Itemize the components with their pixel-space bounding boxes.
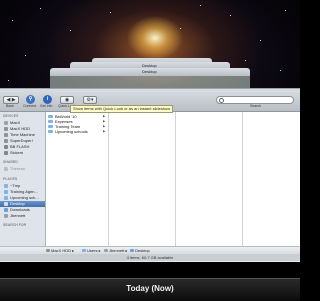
- search-icon: [219, 98, 224, 103]
- getinfo-label: Get Info: [40, 104, 53, 108]
- column-3[interactable]: [176, 112, 243, 252]
- back-forward-buttons[interactable]: ◀ ▶: [3, 96, 19, 104]
- folder-icon: [48, 120, 53, 123]
- search-label: Search: [250, 104, 262, 108]
- sidebar-item-theresa[interactable]: Theresa: [0, 166, 45, 172]
- quicklook-button[interactable]: ◉: [60, 96, 74, 104]
- star: [40, 8, 41, 9]
- computer-icon: [4, 121, 8, 125]
- sidebar-item-jbennett[interactable]: Jbennett: [0, 213, 45, 219]
- star: [260, 40, 261, 41]
- star: [70, 30, 71, 31]
- star: [25, 55, 26, 56]
- home-icon: [4, 214, 8, 218]
- connect-icon[interactable]: ⚲: [26, 95, 35, 104]
- column-2[interactable]: [109, 112, 176, 252]
- star: [245, 60, 246, 61]
- status-bar: 4 items, 60.7 GB available: [0, 254, 300, 261]
- folder-icon: [4, 184, 8, 188]
- time-machine-bar: Today (Now): [0, 278, 300, 301]
- back-label: Back: [6, 104, 14, 108]
- column-1[interactable]: BbWorld '10 ▶ Expenses ▶ Training Team ▶…: [46, 112, 109, 252]
- quicklook-tooltip: Show items with Quick Look or as an inst…: [70, 105, 174, 113]
- harddrive-icon: [4, 127, 8, 131]
- history-window-near-title: Desktop: [142, 69, 157, 74]
- star: [180, 28, 181, 29]
- sidebar: DEVICES MacX MacX HDD Time Machine Super…: [0, 112, 46, 252]
- folder-icon: [82, 249, 86, 253]
- history-window-near[interactable]: Desktop: [50, 68, 250, 96]
- network-computer-icon: [4, 167, 8, 171]
- star: [230, 15, 231, 16]
- action-button[interactable]: ⚙▾: [83, 96, 97, 104]
- path-item-jbennett[interactable]: Jbennett ▸: [104, 247, 127, 254]
- list-item[interactable]: Upcoming schools ▶: [46, 129, 108, 134]
- shared-header: SHARED: [3, 160, 18, 164]
- home-icon: [104, 249, 108, 253]
- desktop-icon: [4, 202, 8, 206]
- finder-window: ◀ ▶ Back ⚲ Connect i Get Info ◉ Quick Lo…: [0, 88, 300, 262]
- timeline-date-label: Today (Now): [126, 284, 174, 293]
- connect-label: Connect: [23, 104, 37, 108]
- devices-header: DEVICES: [3, 114, 19, 118]
- disclosure-arrow-icon: ▶: [103, 129, 106, 133]
- downloads-icon: [4, 208, 8, 212]
- folder-icon: [4, 190, 8, 194]
- harddrive-icon: [4, 133, 8, 137]
- star: [200, 5, 201, 6]
- usb-drive-icon: [4, 145, 8, 149]
- folder-icon: [48, 130, 53, 133]
- info-icon[interactable]: i: [43, 95, 52, 104]
- search-for-header: SEARCH FOR: [3, 223, 27, 227]
- star: [12, 20, 13, 21]
- folder-icon: [48, 115, 53, 118]
- finder-toolbar: ◀ ▶ Back ⚲ Connect i Get Info ◉ Quick Lo…: [0, 89, 300, 113]
- places-header: PLACES: [3, 177, 18, 181]
- path-bar: MacX HDD ▸ Users ▸ Jbennett ▸ Desktop: [0, 246, 300, 254]
- star: [285, 10, 286, 11]
- star: [280, 70, 281, 71]
- sidebar-item-sickem[interactable]: Sickem: [0, 150, 45, 156]
- star: [110, 12, 111, 13]
- star: [8, 80, 9, 81]
- path-item-desktop[interactable]: Desktop: [130, 247, 150, 254]
- folder-icon: [48, 125, 53, 128]
- path-item-users[interactable]: Users ▸: [82, 247, 101, 254]
- folder-icon: [4, 196, 8, 200]
- path-item-macx-hdd[interactable]: MacX HDD ▸: [46, 247, 74, 254]
- search-field[interactable]: [216, 96, 294, 104]
- drive-icon: [4, 151, 8, 155]
- harddrive-icon: [4, 139, 8, 143]
- column-4[interactable]: [243, 112, 300, 252]
- harddrive-icon: [46, 249, 50, 253]
- desktop-icon: [130, 249, 134, 253]
